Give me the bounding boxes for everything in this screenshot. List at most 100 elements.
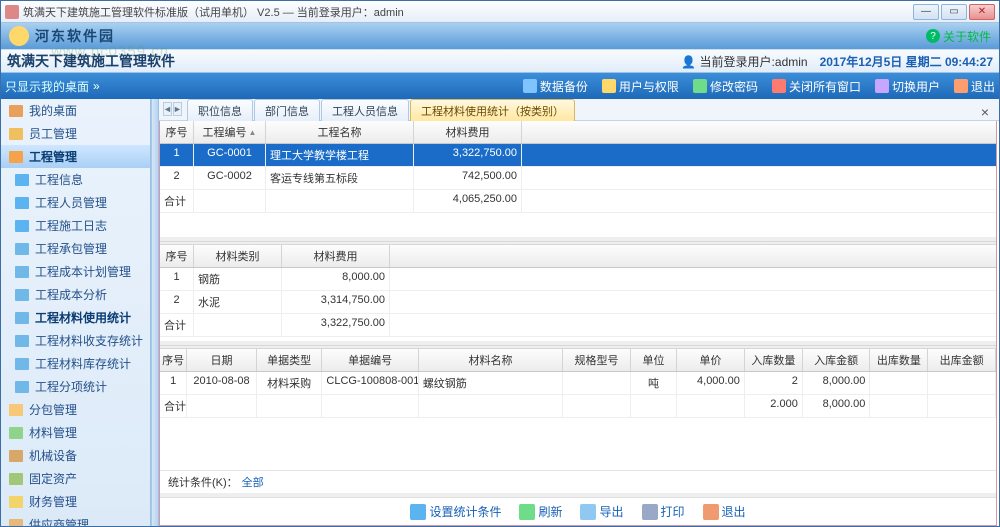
col-proj-name[interactable]: 工程名称 [266,121,414,143]
watermark-bar: 河东软件园 www.pc0359.cn ? 关于软件 [1,23,999,49]
exit-label: 退出 [971,78,995,95]
detail-grid-total: 合计 2.000 8,000.00 [160,395,996,418]
folder-icon [15,266,29,278]
export-icon [580,504,596,520]
col-d0[interactable]: 序号 [160,349,187,371]
backup-button[interactable]: 数据备份 [523,78,588,95]
users-icon [602,79,616,93]
pwd-label: 修改密码 [710,78,758,95]
sidebar-item-8[interactable]: 工程成本分析 [1,283,150,306]
sidebar-item-0[interactable]: 我的桌面 [1,99,150,122]
tab-prev[interactable]: ◄ [163,102,172,116]
minimize-button[interactable]: — [913,4,939,20]
sidebar-item-label: 工程承包管理 [35,240,107,257]
tab-2[interactable]: 工程人员信息 [321,99,409,121]
sidebar-item-5[interactable]: 工程施工日志 [1,214,150,237]
sidebar-item-11[interactable]: 工程材料库存统计 [1,352,150,375]
col-d10[interactable]: 出库数量 [870,349,928,371]
table-row[interactable]: 12010-08-08材料采购CLCG-100808-001螺纹钢筋吨4,000… [160,372,996,395]
sidebar-item-4[interactable]: 工程人员管理 [1,191,150,214]
exit-button-bottom[interactable]: 退出 [703,503,746,520]
about-icon: ? [926,29,940,43]
set-condition-button[interactable]: 设置统计条件 [410,503,501,520]
close-all-button[interactable]: 关闭所有窗口 [772,78,861,95]
closeall-icon [772,79,786,93]
users-perm-button[interactable]: 用户与权限 [602,78,679,95]
export-label: 导出 [599,503,623,520]
about-link[interactable]: ? 关于软件 [926,28,991,45]
sidebar-item-label: 员工管理 [29,125,77,142]
sidebar-item-13[interactable]: 分包管理 [1,398,150,421]
folder-icon [15,289,29,301]
stat-condition: 统计条件(K)：全部 [160,470,996,493]
sidebar-item-16[interactable]: 固定资产 [1,467,150,490]
sidebar-item-17[interactable]: 财务管理 [1,490,150,513]
sidebar-item-12[interactable]: 工程分项统计 [1,375,150,398]
switch-label: 切换用户 [892,78,940,95]
sidebar-item-7[interactable]: 工程成本计划管理 [1,260,150,283]
sidebar-item-label: 机械设备 [29,447,77,464]
col-d11[interactable]: 出库金额 [928,349,996,371]
col-proj-code[interactable]: 工程编号▲ [194,121,266,143]
col-seq[interactable]: 序号 [160,121,194,143]
col-d5[interactable]: 规格型号 [563,349,631,371]
table-row[interactable]: 2GC-0002客运专线第五标段742,500.00 [160,167,996,190]
sidebar-item-label: 工程材料使用统计 [35,309,131,326]
header-bar: 筑满天下建筑施工管理软件 👤 当前登录用户:admin 2017年12月5日 星… [1,49,999,73]
sidebar-item-label: 分包管理 [29,401,77,418]
sidebar-item-label: 财务管理 [29,493,77,510]
body: 我的桌面员工管理工程管理工程信息工程人员管理工程施工日志工程承包管理工程成本计划… [1,99,999,526]
col-d3[interactable]: 单据编号 [322,349,418,371]
col-mat-cost[interactable]: 材料费用 [414,121,522,143]
close-button[interactable]: ✕ [969,4,995,20]
sidebar-scroll[interactable]: 我的桌面员工管理工程管理工程信息工程人员管理工程施工日志工程承包管理工程成本计划… [1,99,150,526]
tab-close-icon[interactable]: × [977,104,993,120]
maximize-button[interactable]: ▭ [941,4,967,20]
switch-icon [875,79,889,93]
table-row[interactable]: 2水泥3,314,750.00 [160,291,996,314]
tab-3[interactable]: 工程材料使用统计（按类别） [410,99,575,121]
col-d1[interactable]: 日期 [187,349,257,371]
sidebar-item-9[interactable]: 工程材料使用统计 [1,306,150,329]
detail-grid: 序号 日期 单据类型 单据编号 材料名称 规格型号 单位 单价 入库数量 入库金… [160,349,996,497]
toolbar-left[interactable]: 只显示我的桌面 » [5,78,100,95]
col-seq2[interactable]: 序号 [160,245,194,267]
sidebar-item-label: 工程成本分析 [35,286,107,303]
tab-next[interactable]: ► [173,102,182,116]
settings-icon [410,504,426,520]
sidebar-item-1[interactable]: 员工管理 [1,122,150,145]
col-d4[interactable]: 材料名称 [419,349,563,371]
col-d6[interactable]: 单位 [631,349,677,371]
sidebar-item-2[interactable]: 工程管理 [1,145,150,168]
folder-icon [9,105,23,117]
table-row[interactable]: 1GC-0001理工大学教学楼工程3,322,750.00 [160,144,996,167]
sidebar-item-3[interactable]: 工程信息 [1,168,150,191]
refresh-button[interactable]: 刷新 [519,503,562,520]
header-datetime: 2017年12月5日 星期二 09:44:27 [820,53,993,70]
toolbar-left-text: 只显示我的桌面 [5,78,89,95]
sidebar-item-10[interactable]: 工程材料收支存统计 [1,329,150,352]
col-cat-cost[interactable]: 材料费用 [282,245,390,267]
change-pwd-button[interactable]: 修改密码 [693,78,758,95]
folder-icon [9,496,23,508]
export-button[interactable]: 导出 [580,503,623,520]
table-row[interactable]: 1钢筋8,000.00 [160,268,996,291]
col-d9[interactable]: 入库金额 [803,349,871,371]
sidebar-item-label: 我的桌面 [29,102,77,119]
sidebar-item-15[interactable]: 机械设备 [1,444,150,467]
switch-user-button[interactable]: 切换用户 [875,78,940,95]
col-d2[interactable]: 单据类型 [257,349,323,371]
print-button[interactable]: 打印 [642,503,685,520]
tab-1[interactable]: 部门信息 [254,99,320,121]
sidebar-item-6[interactable]: 工程承包管理 [1,237,150,260]
sidebar-splitter[interactable] [151,99,159,526]
col-d7[interactable]: 单价 [677,349,745,371]
tab-0[interactable]: 职位信息 [187,99,253,121]
exit-button[interactable]: 退出 [954,78,995,95]
col-category[interactable]: 材料类别 [194,245,282,267]
sidebar-item-18[interactable]: 供应商管理 [1,513,150,526]
sidebar-item-14[interactable]: 材料管理 [1,421,150,444]
folder-icon [15,358,29,370]
col-d8[interactable]: 入库数量 [745,349,803,371]
folder-icon [15,243,29,255]
